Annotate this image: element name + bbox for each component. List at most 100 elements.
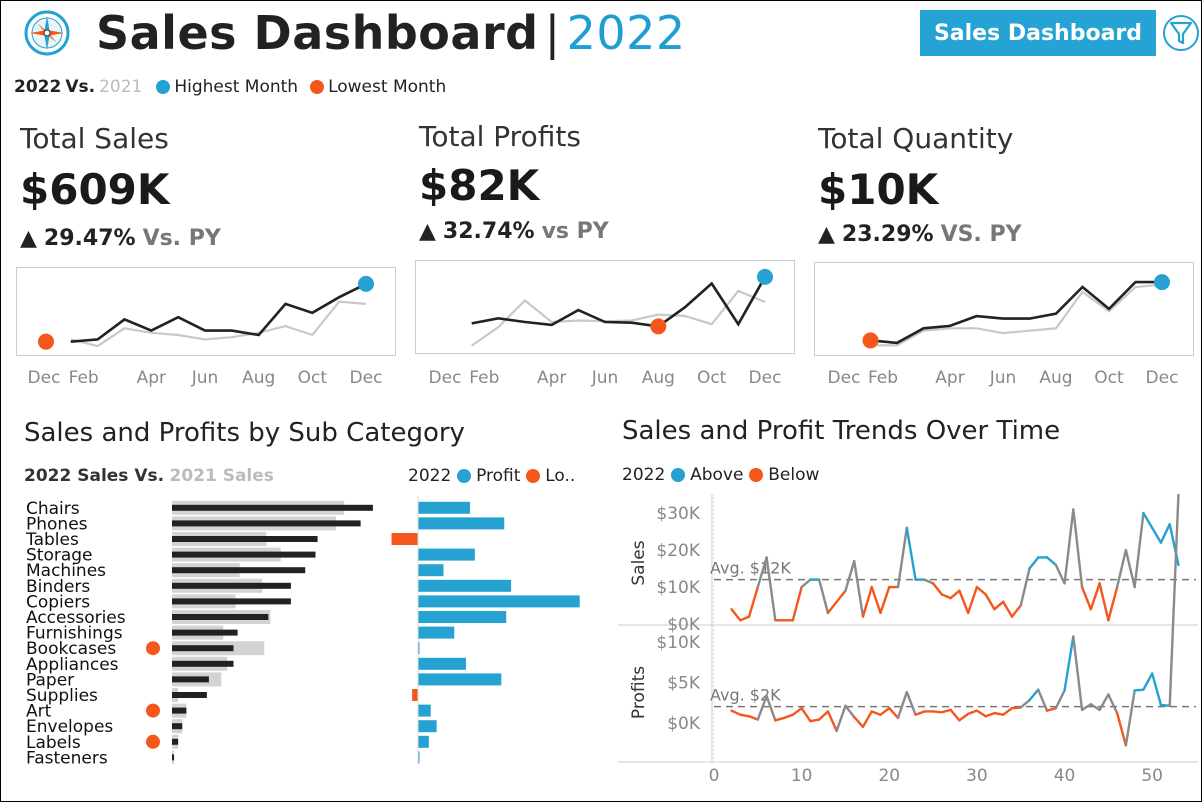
title-separator: | <box>544 6 561 60</box>
profit-bar <box>418 611 507 623</box>
trend-segment <box>896 526 908 589</box>
x-tick-label: 20 <box>878 766 900 786</box>
trend-segment <box>1072 635 1084 712</box>
compass-icon <box>24 10 70 56</box>
trend-segment <box>1159 522 1171 544</box>
trend-segment <box>984 593 996 611</box>
profit-bar <box>418 501 470 514</box>
trend-segment <box>791 585 803 622</box>
trend-segment <box>993 711 1005 716</box>
trend-segment <box>1107 693 1119 715</box>
legend-previous-year: 2021 <box>99 77 143 97</box>
trend-segment <box>747 715 760 721</box>
x-tick-label: Dec <box>749 368 782 387</box>
profit-legend-loss: Lo.. <box>545 466 576 486</box>
trend-segment <box>791 707 803 716</box>
sales-sparkline-chart: Dec Feb Apr Jun Aug Oct Dec <box>16 267 396 387</box>
trend-segment <box>931 582 944 596</box>
top-legend: 2022 Vs. 2021 Highest Month Lowest Month <box>14 77 446 97</box>
trend-segment <box>958 712 970 722</box>
trend-segment <box>896 690 908 720</box>
trend-segment <box>809 718 821 723</box>
kpi-profits-change: ▲ 32.74% vs PY <box>419 219 609 244</box>
kpi-profits-pct: 32.74% <box>442 219 535 244</box>
trend-segment <box>853 559 865 618</box>
x-tick-label: 50 <box>1141 766 1163 786</box>
trend-segment <box>817 578 830 615</box>
highest-month-marker <box>358 275 374 292</box>
x-tick-label: Jun <box>989 368 1017 387</box>
subcategory-bar-chart: ChairsPhonesTablesStorageMachinesBinders… <box>25 496 580 768</box>
kpi-profits-vs: vs PY <box>541 219 609 244</box>
trend-segment <box>975 585 987 596</box>
kpi-quantity-pct: 23.29% <box>841 222 934 247</box>
trend-segment <box>1002 707 1014 716</box>
y-axis-title: Profits <box>629 666 649 719</box>
trend-segment <box>844 559 856 592</box>
x-tick-label: Dec <box>429 368 462 387</box>
trend-segment <box>966 585 979 615</box>
trend-segment <box>984 711 996 718</box>
profit-bar <box>418 517 505 530</box>
trend-segment <box>1045 707 1057 712</box>
sales-2022-bar <box>172 723 183 730</box>
y-axis-title: Sales <box>629 540 649 585</box>
legend-lowest: Lowest Month <box>328 77 447 97</box>
kpi-quantity-value: $10K <box>818 165 939 214</box>
up-arrow-icon: ▲ <box>419 219 436 244</box>
trend-segment <box>870 585 882 615</box>
highest-month-dot <box>156 80 171 94</box>
trend-segment <box>800 578 812 589</box>
x-tick-label: Oct <box>697 368 727 387</box>
profit-bar <box>418 579 512 592</box>
x-tick-label: 30 <box>966 766 988 786</box>
filter-icon[interactable] <box>1162 12 1200 54</box>
x-tick-label: Feb <box>868 368 898 387</box>
trend-segment <box>739 713 751 718</box>
trends-legend-above: Above <box>690 465 744 485</box>
title-text: Sales Dashboard <box>96 6 539 60</box>
x-tick-label: Oct <box>298 368 328 387</box>
legend-highest: Highest Month <box>174 77 299 97</box>
trends-legend: 2022 Above Below <box>622 465 819 485</box>
trends-title: Sales and Profit Trends Over Time <box>622 416 1061 446</box>
lowest-marker <box>146 641 160 656</box>
trend-segment <box>1002 600 1014 618</box>
sales-dashboard-button[interactable]: Sales Dashboard <box>920 10 1156 56</box>
trend-segment <box>914 710 926 716</box>
trend-segment <box>1142 672 1154 691</box>
sparkline-frame <box>415 260 795 354</box>
trend-segment <box>861 710 873 728</box>
average-label: Avg. $12K <box>710 559 791 578</box>
profit-bar <box>418 720 437 733</box>
trend-segment <box>905 690 917 716</box>
trend-segment <box>1010 706 1022 710</box>
trend-segment <box>826 600 838 615</box>
lowest-month-marker <box>862 332 879 349</box>
kpi-quantity-vs: VS. PY <box>940 222 1022 247</box>
x-tick-label: Dec <box>828 368 861 387</box>
trend-segment <box>1028 556 1040 570</box>
trend-segment <box>800 707 812 723</box>
x-tick-label: Jun <box>591 368 619 387</box>
x-tick-label: Oct <box>1094 368 1124 387</box>
lowest-month-marker <box>38 333 54 350</box>
trend-segment <box>747 585 760 618</box>
trend-segment <box>1098 693 1110 712</box>
trend-segment <box>826 710 838 733</box>
x-tick-label: Dec <box>28 368 61 387</box>
sales-2022-bar <box>172 536 318 542</box>
sales-2022-bar <box>172 645 234 652</box>
up-arrow-icon: ▲ <box>818 222 835 247</box>
trends-chart: $0K$10K$20K$30KSales Avg. $12K$0K$5K$10KP… <box>618 494 1198 786</box>
trend-segment <box>835 589 847 604</box>
below-dot <box>748 468 763 482</box>
profit-legend-year: 2022 <box>408 466 452 486</box>
sales-2022-bar <box>172 692 207 698</box>
trend-segment <box>1089 582 1101 611</box>
above-dot <box>670 468 685 482</box>
sales-2022-bar <box>172 582 291 589</box>
quantity-sparkline-chart: Dec Feb Apr Jun Aug Oct Dec <box>814 262 1194 387</box>
trend-segment <box>975 709 987 718</box>
trend-segment <box>1107 585 1119 622</box>
